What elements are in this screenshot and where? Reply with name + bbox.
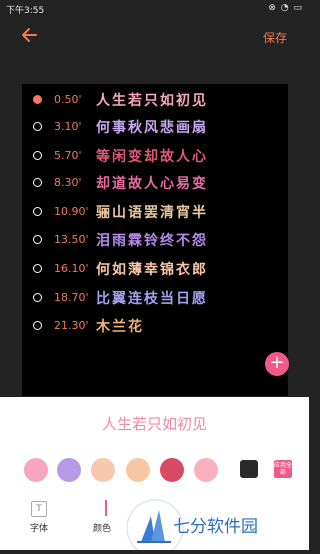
- lyric-text: 却道故人心易变: [96, 176, 208, 192]
- lyric-text: 木兰花: [96, 319, 144, 335]
- color-swatch[interactable]: [24, 458, 48, 482]
- lyric-time: 13.50': [54, 233, 89, 246]
- lyric-radio[interactable]: [33, 151, 42, 160]
- font-icon: T: [31, 501, 47, 517]
- lyric-row[interactable]: 5.70' 等闲变却故人心: [22, 146, 288, 168]
- lyric-time: 8.30': [54, 176, 82, 189]
- status-icons: ⊗ ◔ ▭: [268, 3, 303, 13]
- lyric-time: 18.70': [54, 291, 89, 304]
- save-button[interactable]: 保存: [263, 29, 287, 46]
- color-swatch[interactable]: [57, 458, 81, 482]
- tab-font[interactable]: T 字体: [24, 501, 54, 534]
- lyric-row[interactable]: 13.50' 泪雨霖铃终不怨: [22, 230, 288, 252]
- lyric-time: 21.30': [54, 319, 89, 332]
- apply-all-button[interactable]: 应用全部: [274, 460, 292, 478]
- lyric-time: 0.50': [54, 93, 82, 106]
- lyric-text: 泪雨霖铃终不怨: [96, 233, 208, 249]
- status-time: 下午3:55: [6, 6, 45, 16]
- color-swatch[interactable]: [126, 458, 150, 482]
- lyric-radio[interactable]: [33, 264, 42, 273]
- lyric-radio[interactable]: [33, 235, 42, 244]
- status-bar: 下午3:55 ⊗ ◔ ▭: [0, 0, 309, 18]
- lyric-row[interactable]: 16.10' 何如薄幸锦衣郎: [22, 259, 288, 281]
- lyric-text: 何如薄幸锦衣郎: [96, 262, 208, 278]
- lyric-time: 16.10': [54, 262, 89, 275]
- lyric-text: 人生若只如初见: [96, 93, 208, 109]
- lyrics-canvas: 0.50' 人生若只如初见 3.10' 何事秋风悲画扇 5.70' 等闲变却故人心 8.30…: [22, 84, 288, 396]
- lyric-radio[interactable]: [33, 207, 42, 216]
- tab-indicator: [105, 500, 107, 516]
- tab-color[interactable]: 颜色: [93, 521, 111, 534]
- lyric-row[interactable]: 18.70' 比翼连枝当日愿: [22, 288, 288, 310]
- lyric-row[interactable]: 0.50' 人生若只如初见: [22, 90, 288, 112]
- lyric-time: 10.90': [54, 205, 89, 218]
- lyric-time: 5.70': [54, 149, 82, 162]
- lyric-row[interactable]: 3.10' 何事秋风悲画扇: [22, 117, 288, 139]
- lyric-row[interactable]: 21.30' 木兰花: [22, 316, 288, 338]
- add-button[interactable]: +: [265, 352, 289, 376]
- lyric-text: 骊山语罢清宵半: [96, 205, 208, 221]
- back-button[interactable]: [18, 24, 40, 46]
- lyric-text: 比翼连枝当日愿: [96, 291, 208, 307]
- lyric-text: 等闲变却故人心: [96, 149, 208, 165]
- lyric-radio[interactable]: [33, 95, 42, 104]
- preview-text: 人生若只如初见: [101, 415, 207, 433]
- tab-font-label: 字体: [29, 524, 48, 534]
- color-swatch[interactable]: [194, 458, 218, 482]
- lyric-radio[interactable]: [33, 122, 42, 131]
- color-swatch[interactable]: [160, 458, 184, 482]
- watermark-text: 七分软件园: [173, 517, 258, 537]
- lyric-time: 3.10': [54, 120, 82, 133]
- lyric-radio[interactable]: [33, 178, 42, 187]
- watermark-logo: 七分软件园: [125, 492, 309, 554]
- lyric-text: 何事秋风悲画扇: [96, 120, 208, 136]
- swatch-dark[interactable]: [240, 460, 258, 478]
- lyric-row[interactable]: 8.30' 却道故人心易变: [22, 173, 288, 195]
- plus-icon: +: [269, 352, 285, 373]
- lyric-radio[interactable]: [33, 293, 42, 302]
- arrow-left-icon: [22, 28, 37, 42]
- lyric-row[interactable]: 10.90' 骊山语罢清宵半: [22, 202, 288, 224]
- lyric-radio[interactable]: [33, 321, 42, 330]
- color-swatch[interactable]: [91, 458, 115, 482]
